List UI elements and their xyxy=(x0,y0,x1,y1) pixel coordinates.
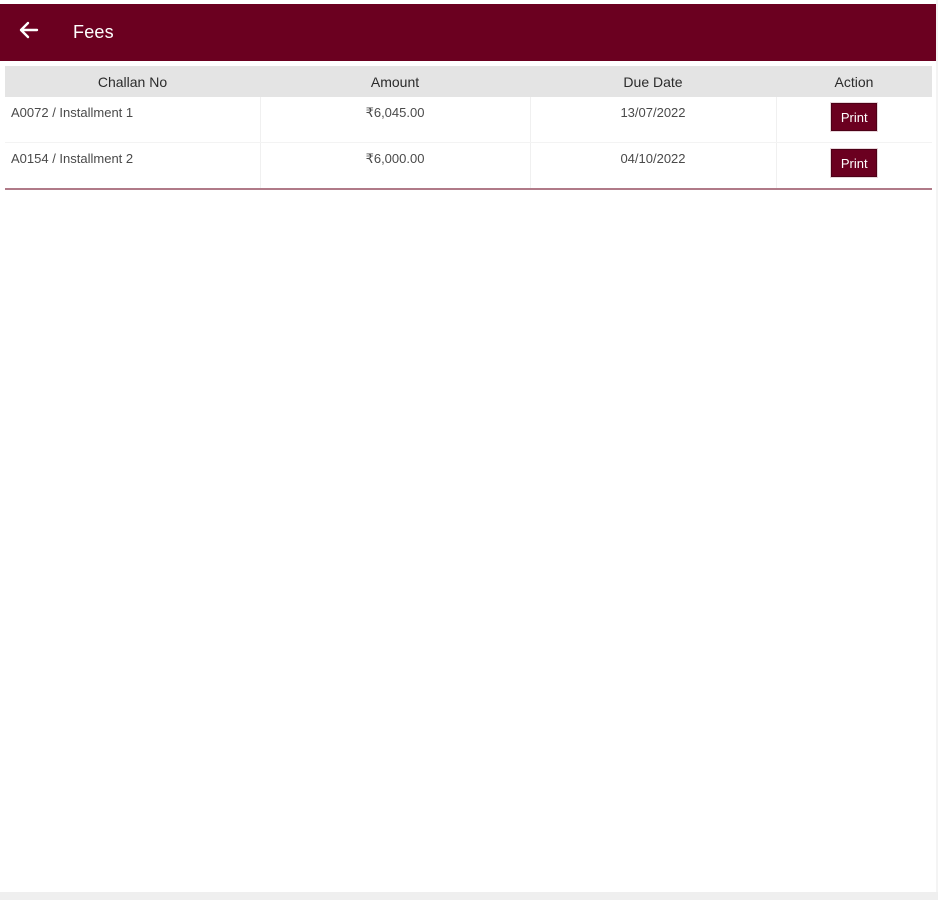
action-cell: Print xyxy=(776,142,932,190)
table-row: A0154 / Installment 2 ₹6,000.00 04/10/20… xyxy=(5,142,932,190)
table-header: Challan No Amount Due Date Action xyxy=(5,66,932,97)
amount: ₹6,045.00 xyxy=(365,105,425,120)
bottom-edge xyxy=(0,892,938,900)
due-date-cell: 04/10/2022 xyxy=(530,142,777,190)
fees-screen: Fees Challan No Amount Due Date Action A… xyxy=(0,0,938,900)
table-row: A0072 / Installment 1 ₹6,045.00 13/07/20… xyxy=(5,97,932,143)
action-cell: Print xyxy=(776,97,932,143)
app-header: Fees xyxy=(0,4,936,61)
challan-no: A0154 / Installment 2 xyxy=(11,151,134,166)
arrow-left-icon xyxy=(19,21,39,44)
challan-no: A0072 / Installment 1 xyxy=(11,105,134,120)
print-button[interactable]: Print xyxy=(831,149,878,177)
amount: ₹6,000.00 xyxy=(365,151,425,166)
amount-cell: ₹6,045.00 xyxy=(260,97,531,143)
due-date: 13/07/2022 xyxy=(620,105,686,120)
due-date-cell: 13/07/2022 xyxy=(530,97,777,143)
fees-table-container: Challan No Amount Due Date Action A0072 … xyxy=(5,66,932,190)
column-header-action: Action xyxy=(776,66,932,97)
fees-table: Challan No Amount Due Date Action A0072 … xyxy=(5,66,932,190)
due-date: 04/10/2022 xyxy=(620,151,686,166)
amount-cell: ₹6,000.00 xyxy=(260,142,531,190)
column-header-due-date: Due Date xyxy=(530,66,776,97)
table-body: A0072 / Installment 1 ₹6,045.00 13/07/20… xyxy=(5,97,932,190)
challan-no-cell: A0154 / Installment 2 xyxy=(5,142,261,190)
print-button[interactable]: Print xyxy=(831,103,878,131)
challan-no-cell: A0072 / Installment 1 xyxy=(5,97,261,143)
page-title: Fees xyxy=(73,22,114,42)
header-row: Challan No Amount Due Date Action xyxy=(5,66,932,97)
column-header-amount: Amount xyxy=(260,66,530,97)
back-button[interactable] xyxy=(14,18,44,48)
column-header-challan-no: Challan No xyxy=(5,66,260,97)
